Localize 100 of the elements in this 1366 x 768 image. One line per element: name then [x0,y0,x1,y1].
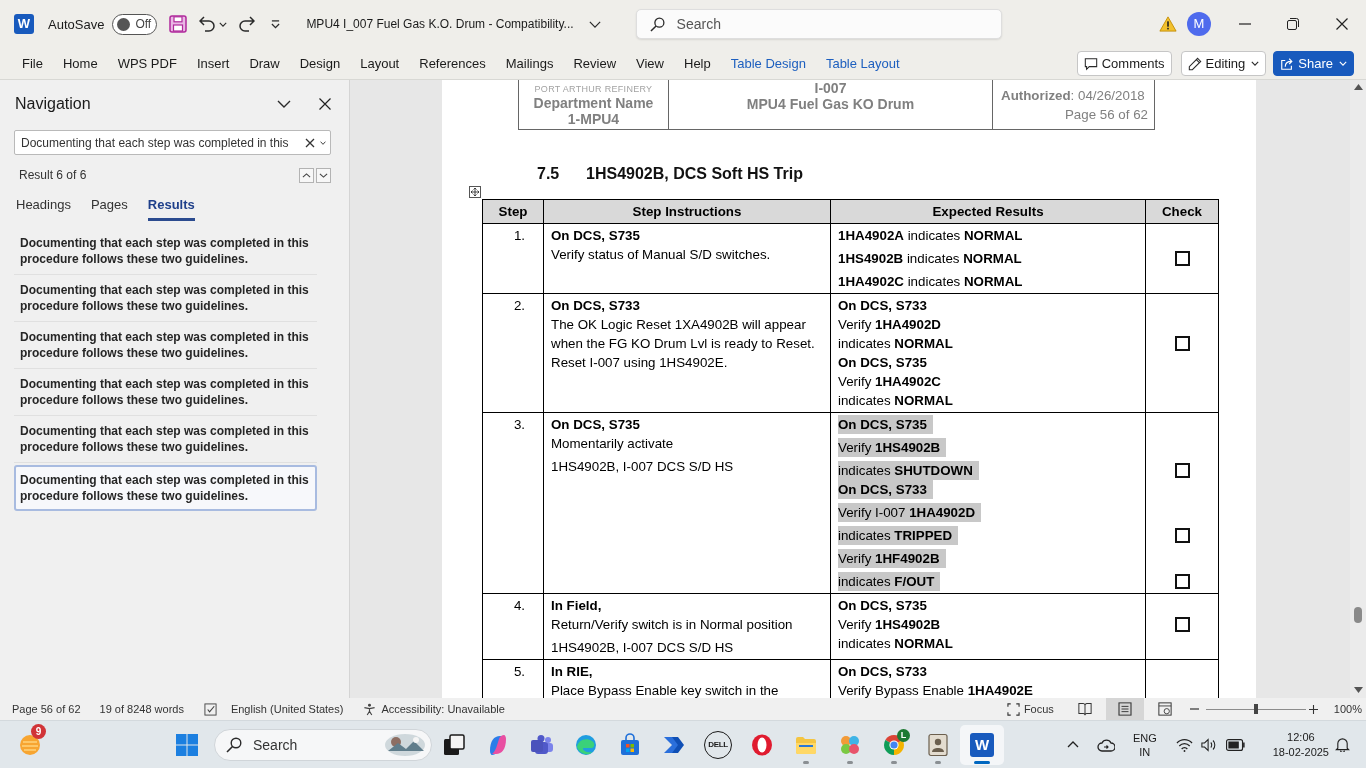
shopping-bag-icon[interactable] [618,732,642,757]
checkbox[interactable] [1174,336,1190,351]
ribbon-tab[interactable]: Help [674,49,721,78]
search-result[interactable]: Documenting that each step was completed in this procedure follows these two guidelines. [14,275,317,322]
wifi-icon[interactable] [1175,737,1193,752]
scroll-down-icon[interactable] [1353,687,1363,693]
table-cell: 3. [483,413,544,594]
clock-time[interactable]: 12:06 [1287,729,1315,745]
focus-label[interactable]: Focus [1023,703,1054,715]
region-code[interactable]: IN [1139,744,1151,759]
overlapping-squares-icon[interactable] [442,732,466,757]
result-text: 1HA4902C indicates NORMAL [838,273,1023,291]
instruction-text: Verify status of Manual S/D switches. [551,246,771,264]
ribbon-tab[interactable]: Draw [239,49,290,78]
result-text: 1HA4902A indicates NORMAL [838,227,1023,245]
ribbon-tab[interactable]: Mailings [495,49,564,78]
portrait-frame-icon[interactable] [926,732,950,757]
checkbox[interactable] [1174,528,1190,543]
chevron-down-icon[interactable] [277,100,291,108]
search-result[interactable]: Documenting that each step was completed in this procedure follows these two guidelines. [14,416,317,463]
search-result[interactable]: Documenting that each step was completed in this procedure follows these two guidelines. [14,228,317,275]
search-field[interactable]: Documenting that each step was completed in this [14,130,331,155]
cloud-icon[interactable] [1096,737,1115,752]
ribbon-tab[interactable]: Layout [350,49,410,78]
language-status[interactable]: English (United States) [230,703,344,715]
ring-icon[interactable] [750,732,774,757]
search-field[interactable]: Search [635,9,1002,39]
result-heading: On DCS, S733 [838,297,927,315]
undo-icon[interactable] [199,16,216,32]
battery-icon[interactable] [1225,738,1245,751]
search-icon [226,736,242,753]
ribbon-tab[interactable]: Table Design [720,49,816,78]
print-layout-button[interactable] [1105,698,1144,720]
ribbon-tab[interactable]: References [409,49,496,78]
ribbon-tab[interactable]: WPS PDF [107,49,187,78]
ribbon-tab[interactable]: Insert [186,49,240,78]
account-avatar[interactable]: M [1187,12,1211,36]
ribbon-tab[interactable]: Table Layout [815,49,910,78]
accessibility-icon[interactable] [363,702,377,716]
scroll-up-icon[interactable] [1353,84,1363,90]
redo-icon[interactable] [239,16,256,32]
check-square-icon[interactable] [203,702,217,716]
chevron-up-icon[interactable] [1066,741,1079,748]
column-header: Step [483,200,544,224]
four-panes-icon[interactable] [175,732,199,757]
zoom-slider-thumb[interactable] [1253,704,1258,714]
search-result[interactable]: Documenting that each step was completed in this procedure follows these two guidelines. [14,369,317,416]
warning-icon[interactable] [1159,16,1177,32]
customize-icon[interactable] [271,19,281,29]
clock-date[interactable]: 18-02-2025 [1272,744,1329,760]
clear-icon[interactable] [305,137,315,148]
taskbar-button[interactable]: W [960,724,1004,765]
search-result[interactable]: Documenting that each step was completed in this procedure follows these two guidelines. [14,322,317,369]
language-code[interactable]: ENG [1132,730,1157,745]
minus-icon[interactable] [1189,708,1199,710]
word-count: 19 of 8248 words [99,703,184,715]
book-icon[interactable] [1077,702,1092,716]
ribbon-tab[interactable]: View [626,49,674,78]
chevron-down-icon[interactable] [588,20,601,28]
ribbon-tab[interactable]: Design [289,49,351,78]
scroll-thumb[interactable] [1354,607,1362,623]
pane-tab[interactable]: Results [147,190,195,221]
ribbon-tab[interactable]: Home [52,49,108,78]
pane-tab[interactable]: Pages [90,190,128,221]
comments-button[interactable]: Comments [1076,51,1172,76]
result-text: indicates NORMAL [838,635,953,653]
table-cell: 2. [483,294,544,413]
zoom-level[interactable]: 100% [1333,703,1362,715]
move-handle-icon[interactable] [469,186,481,198]
web-page-icon[interactable] [1157,702,1172,716]
share-button[interactable]: Share [1273,51,1354,76]
toggle-knob [117,17,131,31]
bell-icon[interactable] [1335,737,1350,752]
restore-icon[interactable] [1287,18,1299,30]
app-logo[interactable]: W [14,14,34,34]
close-icon[interactable] [1336,18,1348,30]
tricolor-circle-icon[interactable] [882,732,906,757]
ribbon-tab[interactable]: Review [563,49,627,78]
autosave-toggle[interactable]: Off [112,13,158,35]
previous-result-button[interactable] [299,167,314,183]
caret-icon[interactable] [219,21,228,27]
checkbox[interactable] [1174,251,1190,266]
document-title: MPU4 I_007 Fuel Gas K.O. Drum - Compatibility... [306,17,574,31]
plus-icon[interactable] [1308,704,1318,714]
result-text: Verify 1HA4902D [838,316,941,334]
people-tile-icon[interactable] [530,732,554,757]
close-icon[interactable] [319,98,331,110]
checkbox[interactable] [1174,463,1190,478]
checkbox[interactable] [1174,574,1190,589]
checkbox[interactable] [1174,617,1190,632]
search-result[interactable]: Documenting that each step was completed in this procedure follows these two guidelines. [14,465,317,511]
next-result-button[interactable] [316,167,331,183]
caret-icon[interactable] [320,140,326,145]
editing-button[interactable]: Editing [1180,51,1267,76]
accessibility-status[interactable]: Accessibility: Unavailable [381,703,505,715]
speaker-icon[interactable] [1200,737,1217,752]
pane-tab[interactable]: Headings [16,190,71,221]
ribbon-tab[interactable]: File [12,49,53,78]
column-header: Step Instructions [544,200,831,224]
focus-icon[interactable] [1006,702,1020,716]
